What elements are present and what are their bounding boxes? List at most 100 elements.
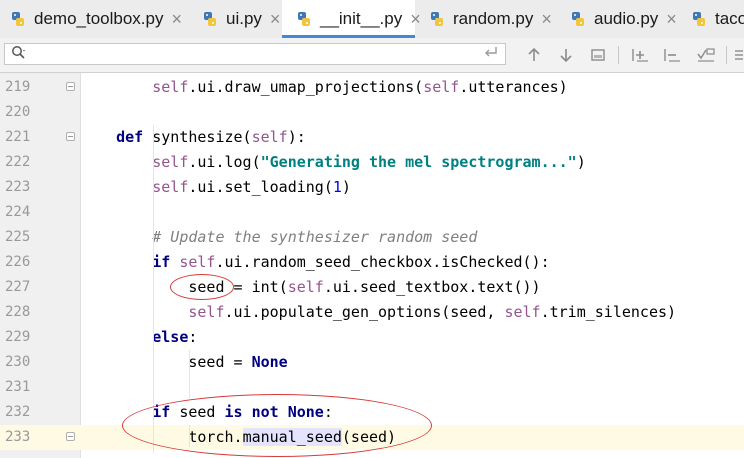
settings-icon[interactable] [734, 44, 744, 66]
code-line[interactable]: 226 if self.ui.random_seed_checkbox.isCh… [0, 250, 744, 275]
code-line[interactable]: 225 # Update the synthesizer random seed [0, 225, 744, 250]
editor-tab-bar: demo_toolbox.py × ui.py × __init__.py × random… [0, 0, 744, 39]
close-icon[interactable]: × [666, 9, 677, 30]
code-token: .ui.draw_umap_projections( [188, 78, 424, 96]
code-line[interactable]: 227 seed = int(self.ui.seed_textbox.text… [0, 275, 744, 300]
close-icon[interactable]: × [270, 9, 281, 30]
tab-label: __init__.py [320, 9, 403, 28]
select-all-icon[interactable] [588, 44, 608, 66]
code-line[interactable]: 219 self.ui.draw_umap_projections(self.u… [0, 75, 744, 100]
tab-audio-py[interactable]: audio.py × [556, 0, 677, 38]
fold-icon[interactable] [66, 132, 75, 141]
code-text: torch.manual_seed(seed) [80, 425, 396, 450]
close-icon[interactable]: × [171, 9, 182, 30]
code-token: .ui.seed_textbox.text()) [323, 278, 541, 296]
code-token: .ui.populate_gen_options(seed, [224, 303, 505, 321]
code-line[interactable]: 222 self.ui.log("Generating the mel spec… [0, 150, 744, 175]
code-token: self [179, 253, 216, 271]
match-occurrences-icon[interactable] [694, 44, 718, 66]
code-token: self [287, 278, 324, 296]
tab-label: demo_toolbox.py [34, 9, 164, 28]
code-token: ) [341, 178, 351, 196]
tab-demo-toolbox-py[interactable]: demo_toolbox.py × [0, 0, 188, 38]
close-icon[interactable]: × [541, 9, 552, 30]
line-number: 232 [5, 404, 31, 420]
line-number: 233 [5, 429, 31, 445]
arrow-up-icon[interactable] [524, 44, 544, 66]
code-text: self.ui.draw_umap_projections(self.utter… [80, 75, 568, 100]
fold-icon[interactable] [66, 82, 75, 91]
code-text: self.ui.log("Generating the mel spectrog… [80, 150, 586, 175]
remove-selection-icon[interactable] [662, 44, 684, 66]
code-line[interactable]: 220 [0, 100, 744, 125]
add-selection-icon[interactable] [630, 44, 652, 66]
line-number: 223 [5, 179, 31, 195]
code-line[interactable]: 230 seed = None [0, 350, 744, 375]
line-number: 228 [5, 304, 31, 320]
fold-icon[interactable] [66, 432, 75, 441]
indent-guide [189, 425, 190, 447]
code-line[interactable]: 228 self.ui.populate_gen_options(seed, s… [0, 300, 744, 325]
tab-label: tacot [715, 9, 744, 28]
search-input[interactable] [31, 45, 471, 63]
code-token: .ui.log( [188, 153, 261, 171]
code-token: .trim_silences) [540, 303, 677, 321]
line-number: 230 [5, 354, 31, 370]
code-text: seed = int(self.ui.seed_textbox.text()) [80, 275, 541, 300]
search-icon[interactable] [11, 45, 27, 65]
code-token: is not None [224, 403, 324, 421]
code-line[interactable]: 229 else: [0, 325, 744, 350]
code-token: self [152, 153, 189, 171]
python-file-icon [429, 11, 445, 27]
code-line[interactable]: 231 [0, 375, 744, 400]
python-file-icon [570, 11, 586, 27]
line-number: 224 [5, 204, 31, 220]
python-file-icon [202, 11, 218, 27]
code-text: else: [80, 325, 197, 350]
python-file-icon [10, 11, 26, 27]
code-token: .utterances) [459, 78, 568, 96]
line-number: 222 [5, 154, 31, 170]
code-token: synthesize( [143, 128, 252, 146]
search-field[interactable] [4, 43, 506, 65]
line-number: 231 [5, 379, 31, 395]
tab-ui-py[interactable]: ui.py × [188, 0, 282, 38]
python-file-icon [691, 11, 707, 27]
code-token: def [116, 128, 144, 146]
code-token: ) [576, 153, 586, 171]
code-token: 1 [332, 178, 342, 196]
code-editor[interactable]: 219 self.ui.draw_umap_projections(self.u… [0, 73, 744, 458]
code-line[interactable]: 224 [0, 200, 744, 225]
code-token: # Update the synthesizer random seed [152, 228, 478, 246]
line-number: 226 [5, 254, 31, 270]
code-token: seed [170, 403, 225, 421]
code-line[interactable]: 233 torch.manual_seed(seed) [0, 425, 744, 450]
indent-guide [153, 125, 154, 453]
code-token: seed = [188, 353, 252, 371]
tab-random-py[interactable]: random.py × [415, 0, 556, 38]
code-token: self [188, 303, 225, 321]
code-token: int [251, 278, 279, 296]
tab-init-py[interactable]: __init__.py × [282, 0, 421, 38]
code-text: self.ui.set_loading(1) [80, 175, 351, 200]
line-number: 219 [5, 79, 31, 95]
code-token: else [152, 328, 189, 346]
line-number: 220 [5, 104, 31, 120]
indent-guide [189, 350, 190, 398]
tab-tacot[interactable]: tacot [677, 0, 744, 38]
arrow-down-icon[interactable] [556, 44, 576, 66]
code-token: .ui.set_loading( [188, 178, 333, 196]
code-line[interactable]: 221 def synthesize(self): [0, 125, 744, 150]
code-line[interactable]: 223 self.ui.set_loading(1) [0, 175, 744, 200]
code-token: self [152, 78, 189, 96]
tab-label: random.py [453, 9, 534, 28]
code-line[interactable]: 232 if seed is not None: [0, 400, 744, 425]
